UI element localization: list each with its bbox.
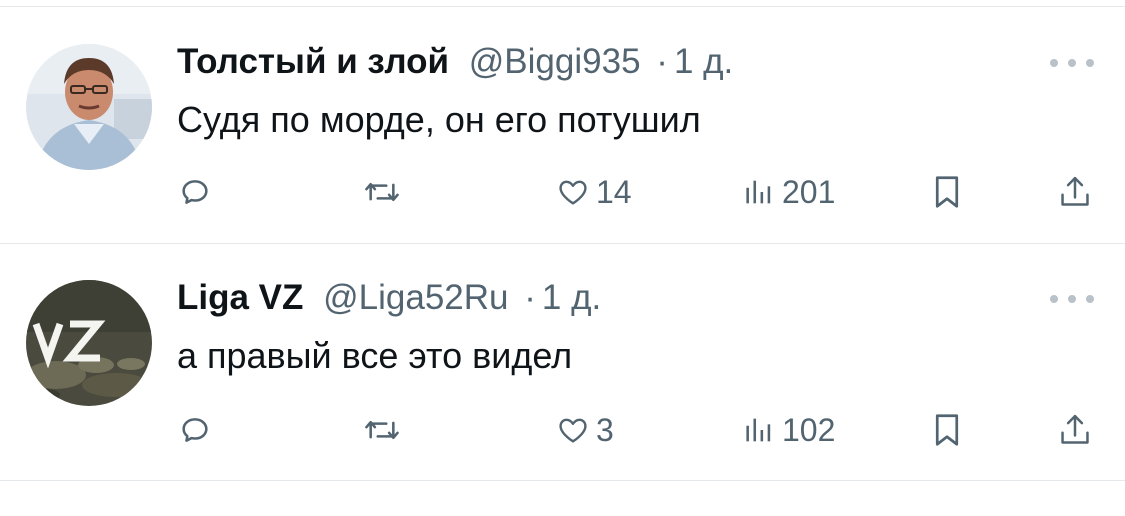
heart-icon xyxy=(559,418,587,443)
bookmark-button[interactable] xyxy=(932,172,962,212)
separator-dot: · xyxy=(524,278,536,317)
bottom-divider xyxy=(0,480,1125,481)
tweet-header: Толстый и злой @Biggi935 · 1 д. xyxy=(177,42,733,82)
more-dot xyxy=(1068,295,1076,303)
reply-button[interactable] xyxy=(178,410,212,450)
more-icon[interactable] xyxy=(1050,53,1094,73)
user-handle[interactable]: @Biggi935 xyxy=(469,42,641,81)
views-count: 102 xyxy=(782,411,836,448)
share-icon xyxy=(1061,414,1089,444)
reply-button[interactable] xyxy=(178,172,212,212)
views-button[interactable]: 102 xyxy=(742,410,835,450)
more-dot xyxy=(1068,59,1076,67)
views-count: 201 xyxy=(782,173,836,210)
tweet-divider xyxy=(0,243,1125,244)
more-dot xyxy=(1086,295,1094,303)
share-icon xyxy=(1061,176,1089,206)
display-name[interactable]: Толстый и злой xyxy=(177,42,449,81)
retweet-icon xyxy=(365,182,399,202)
more-dot xyxy=(1050,59,1058,67)
separator-dot: · xyxy=(656,42,668,81)
reply-icon xyxy=(182,418,208,442)
more-icon[interactable] xyxy=(1050,289,1094,309)
avatar-photo xyxy=(26,44,152,170)
avatar[interactable] xyxy=(26,44,152,170)
bookmark-icon xyxy=(935,414,959,446)
share-button[interactable] xyxy=(1058,172,1092,212)
tweet[interactable]: Толстый и злой @Biggi935 · 1 д. Судя по м… xyxy=(0,42,1125,280)
retweet-icon xyxy=(365,420,399,440)
top-divider xyxy=(0,6,1125,7)
avatar-logo xyxy=(26,280,152,406)
timestamp[interactable]: 1 д. xyxy=(674,42,733,81)
retweet-button[interactable] xyxy=(362,410,402,450)
reply-icon xyxy=(182,180,208,204)
tweet-header: Liga VZ @Liga52Ru · 1 д. xyxy=(177,278,601,318)
tweet-text: а правый все это видел xyxy=(177,335,573,376)
display-name[interactable]: Liga VZ xyxy=(177,278,303,317)
like-count: 3 xyxy=(596,411,614,448)
user-handle[interactable]: @Liga52Ru xyxy=(323,278,508,317)
more-dot xyxy=(1086,59,1094,67)
retweet-button[interactable] xyxy=(362,172,402,212)
bookmark-button[interactable] xyxy=(932,410,962,450)
like-button[interactable]: 3 xyxy=(556,410,614,450)
views-button[interactable]: 201 xyxy=(742,172,835,212)
bookmark-icon xyxy=(935,176,959,208)
avatar[interactable] xyxy=(26,280,152,406)
heart-icon xyxy=(559,180,587,205)
share-button[interactable] xyxy=(1058,410,1092,450)
like-count: 14 xyxy=(596,173,632,210)
like-button[interactable]: 14 xyxy=(556,172,632,212)
tweet-text: Судя по морде, он его потушил xyxy=(177,99,701,140)
views-icon xyxy=(746,180,771,204)
views-icon xyxy=(746,418,771,442)
more-dot xyxy=(1050,295,1058,303)
timestamp[interactable]: 1 д. xyxy=(542,278,601,317)
